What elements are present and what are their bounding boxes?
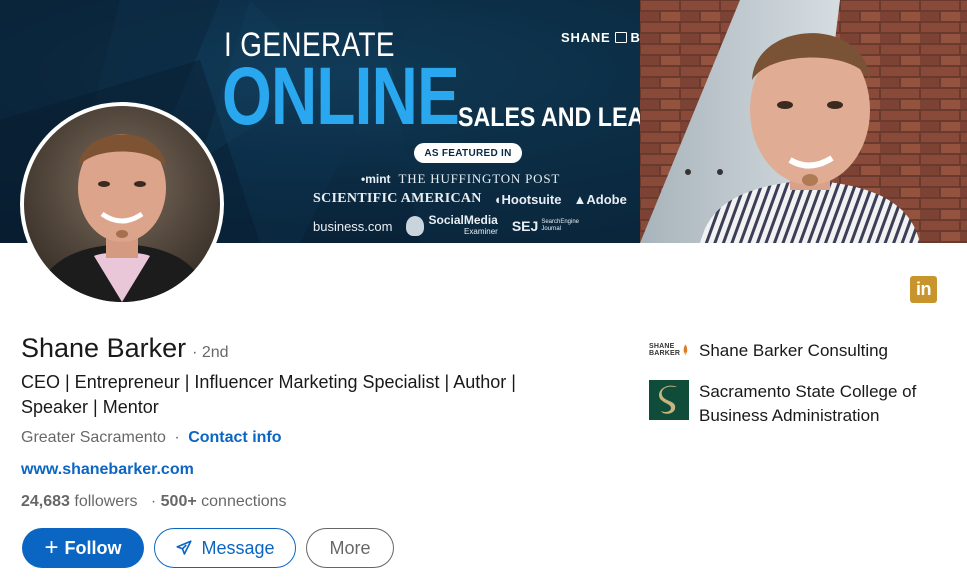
press-mint-logo: •mint — [361, 172, 391, 186]
location-row: Greater Sacramento · Contact info — [21, 429, 282, 447]
social-media-name: SocialMedia — [428, 213, 498, 227]
press-row-2: SCIENTIFIC AMERICAN ◖Hootsuite ▲Adobe — [313, 191, 627, 207]
company-name: Shane Barker Consulting — [699, 341, 889, 360]
more-button-label: More — [329, 537, 371, 558]
location-separator: · — [174, 429, 180, 446]
education-school[interactable]: Sacramento State College of Business Adm… — [649, 380, 939, 428]
banner-headline-line-2: ONLINE — [222, 51, 460, 142]
linkedin-icon[interactable]: in — [910, 276, 937, 303]
profile-location: Greater Sacramento — [21, 429, 166, 446]
follow-button-label: Follow — [64, 537, 122, 558]
followers-count: 24,683 — [21, 493, 70, 510]
hornet-s-icon — [659, 385, 677, 414]
social-media-sub: Examiner — [464, 227, 498, 236]
press-row-1: •mint THE HUFFINGTON POST — [361, 171, 560, 187]
org-logo-text-1: SHANE — [649, 343, 675, 350]
org-logo-text-2: BARKER — [649, 350, 681, 357]
press-row-3: business.com SocialMedia Examiner SEJ Se… — [313, 213, 579, 237]
profile-headline: CEO | Entrepreneur | Influencer Marketin… — [21, 372, 516, 417]
network-stats: 24,683 followers · 500+ connections — [21, 493, 287, 511]
connection-degree: · 2nd — [192, 344, 229, 361]
press-scientific-american-logo: SCIENTIFIC AMERICAN — [313, 191, 482, 206]
brand-name-first: SHANE — [561, 30, 611, 45]
avatar-photo — [24, 106, 220, 302]
message-button-label: Message — [201, 537, 275, 558]
press-sej-logo: SEJ SearchEngine Journal — [512, 218, 579, 234]
followers-label: followers — [74, 493, 138, 510]
banner-photo — [640, 0, 967, 243]
shane-barker-logo: SHANE BARKER — [649, 340, 689, 360]
sej-name: SEJ — [511, 218, 539, 234]
message-button[interactable]: Message — [154, 528, 296, 568]
connections-label[interactable]: connections — [201, 493, 286, 510]
follow-button[interactable]: + Follow — [22, 528, 144, 568]
school-name: Sacramento State College of Business Adm… — [699, 382, 917, 425]
connections-separator: · — [150, 493, 157, 510]
linkedin-badge-label: in — [916, 279, 932, 299]
send-icon — [176, 540, 193, 555]
profile-name-row: Shane Barker · 2nd — [21, 333, 229, 364]
press-adobe-logo: ▲Adobe — [573, 191, 627, 207]
profile-avatar[interactable] — [20, 102, 224, 306]
sacramento-state-logo — [649, 380, 689, 420]
more-button[interactable]: More — [306, 528, 394, 568]
current-company[interactable]: SHANE BARKER Shane Barker Consulting — [649, 339, 888, 363]
plus-icon: + — [44, 534, 59, 561]
contact-info-link[interactable]: Contact info — [188, 429, 281, 446]
rocket-icon — [683, 344, 688, 356]
website-link[interactable]: www.shanebarker.com — [21, 461, 194, 479]
featured-in-label: AS FEATURED IN — [414, 143, 522, 163]
press-huffington-logo: THE HUFFINGTON POST — [398, 171, 561, 186]
connections-count[interactable]: 500+ — [161, 493, 197, 510]
profile-name: Shane Barker — [21, 333, 187, 363]
sej-sub-2: Journal — [541, 226, 561, 232]
press-business-logo: business.com — [313, 218, 393, 234]
press-social-media-examiner-logo: SocialMedia Examiner — [406, 213, 498, 237]
press-hootsuite-logo: ◖Hootsuite — [493, 191, 562, 207]
brand-box-icon — [614, 32, 627, 43]
sej-sub-1: SearchEngine — [541, 219, 580, 225]
mascot-icon — [406, 216, 425, 236]
